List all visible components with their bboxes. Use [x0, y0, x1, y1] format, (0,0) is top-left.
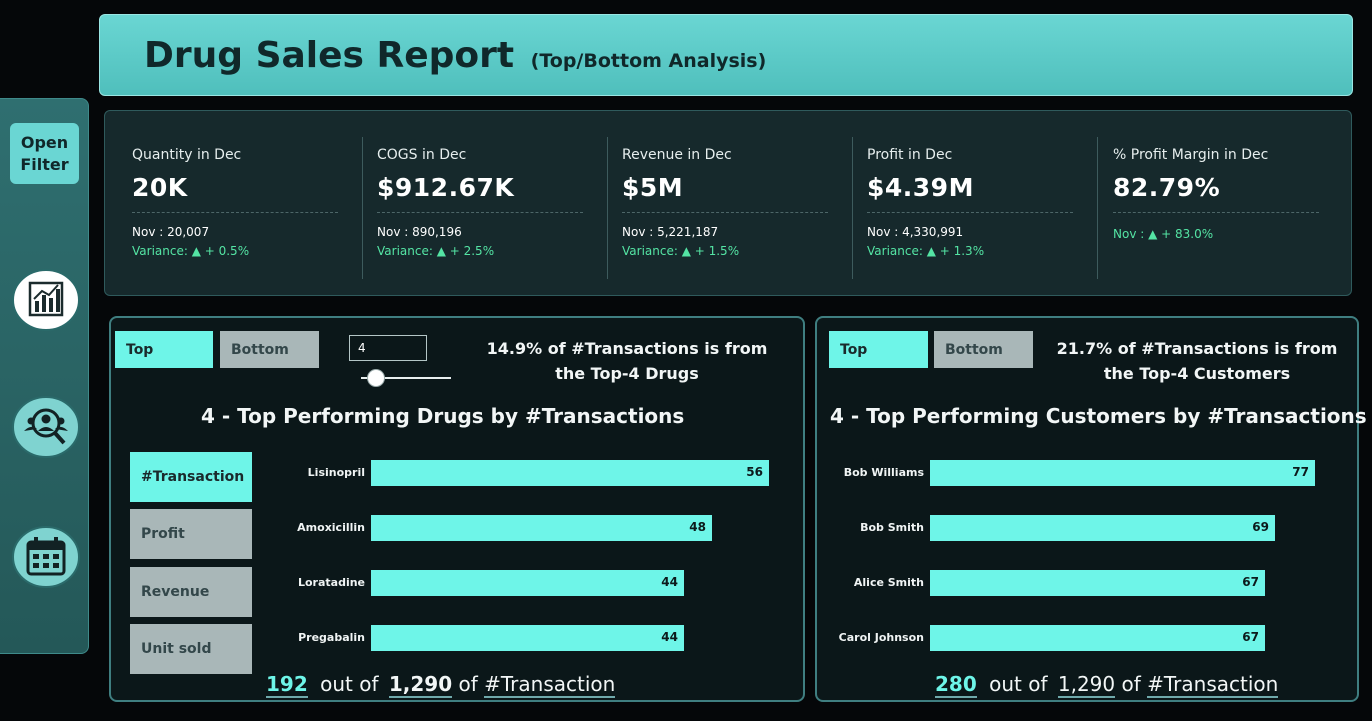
kpi-previous: Nov : 5,221,187 [622, 225, 719, 239]
customers-footer-mid: out of [989, 672, 1048, 696]
report-subtitle: (Top/Bottom Analysis) [530, 50, 767, 72]
top-toggle-button[interactable]: Top [115, 331, 213, 368]
customers-footer-count: 280 [935, 672, 977, 698]
bar-category-label: Pregabalin [298, 631, 365, 644]
drugs-footer-total: 1,290 [388, 672, 453, 698]
customers-footer-total: 1,290 [1057, 672, 1116, 698]
kpi-separator [852, 137, 853, 279]
metric-label: Unit sold [141, 641, 212, 657]
kpi-variance: Variance: ▲ + 0.5% [132, 244, 250, 258]
drugs-chart-title: 4 - Top Performing Drugs by #Transaction… [201, 404, 685, 428]
drugs-footer-count: 192 [266, 672, 308, 698]
report-header: Drug Sales Report (Top/Bottom Analysis) [99, 14, 1353, 96]
kpi-previous: Nov : 4,330,991 [867, 225, 964, 239]
top-toggle-button[interactable]: Top [829, 331, 928, 368]
bar-category-label: Carol Johnson [838, 631, 924, 644]
kpi-separator [362, 137, 363, 279]
bar-category-label: Loratadine [297, 576, 365, 589]
kpi-variance: Variance: ▲ + 1.5% [622, 244, 740, 258]
bar-value-label: 67 [1242, 575, 1259, 589]
kpi-divider [132, 212, 338, 213]
bar-category-label: Bob Smith [860, 521, 924, 534]
kpi-previous: Nov : 20,007 [132, 225, 210, 239]
metric-label: Revenue [141, 584, 210, 600]
bar[interactable]: 69 [930, 515, 1275, 541]
bar-value-label: 77 [1292, 465, 1309, 479]
kpi-label: Profit in Dec [867, 147, 953, 163]
bar-chart-icon[interactable] [12, 269, 80, 331]
open-filter-button[interactable]: Open Filter [10, 123, 79, 184]
bar[interactable]: 56 [371, 460, 769, 486]
customers-footer-measure: #Transaction [1147, 672, 1279, 698]
bar-category-label: Bob Williams [843, 466, 924, 479]
bottom-toggle-button[interactable]: Bottom [220, 331, 319, 368]
kpi-label: Revenue in Dec [622, 147, 732, 163]
top-n-input[interactable]: 4 [349, 335, 427, 361]
bar-category-label: Alice Smith [853, 576, 924, 589]
metric-profit-button[interactable]: Profit [130, 509, 252, 559]
kpi-variance: Variance: ▲ + 2.5% [377, 244, 495, 258]
customers-search-icon[interactable] [12, 396, 80, 458]
bar-value-label: 44 [661, 575, 678, 589]
metric-revenue-button[interactable]: Revenue [130, 567, 252, 617]
page-title: Drug Sales Report (Top/Bottom Analysis) [144, 35, 766, 76]
report-title: Drug Sales Report [144, 35, 515, 76]
kpi-value: 82.79% [1113, 173, 1221, 202]
kpi-variance: Variance: ▲ + 1.3% [867, 244, 985, 258]
sidebar: Open Filter [0, 98, 89, 654]
drugs-footer: 192 out of 1,290 of #Transaction [266, 672, 616, 698]
customers-footer: 280 out of 1,290 of #Transaction [935, 672, 1279, 698]
kpi-separator [1097, 137, 1098, 279]
kpi-previous: Nov : 890,196 [377, 225, 462, 239]
kpi-label: % Profit Margin in Dec [1113, 147, 1269, 163]
kpi-divider [867, 212, 1073, 213]
bottom-toggle-label: Bottom [945, 341, 1003, 358]
kpi-value: $4.39M [867, 173, 974, 202]
bar-category-label: Amoxicillin [297, 521, 365, 534]
bar[interactable]: 48 [371, 515, 712, 541]
kpi-divider [1113, 212, 1319, 213]
kpi-value: 20K [132, 173, 188, 202]
kpi-variance: Nov : ▲ + 83.0% [1113, 227, 1214, 241]
customers-insight-text: 21.7% of #Transactions is from the Top-4… [1056, 339, 1338, 383]
drugs-insight-text: 14.9% of #Transactions is from the Top-4… [486, 339, 768, 383]
top-toggle-label: Top [840, 341, 868, 358]
top-n-slider-thumb[interactable] [367, 369, 385, 387]
drugs-footer-mid: out of [320, 672, 379, 696]
bar[interactable]: 77 [930, 460, 1315, 486]
bottom-toggle-button[interactable]: Bottom [934, 331, 1033, 368]
bar-value-label: 56 [746, 465, 763, 479]
kpi-value: $912.67K [377, 173, 515, 202]
bar[interactable]: 67 [930, 625, 1265, 651]
kpi-label: COGS in Dec [377, 147, 467, 163]
bottom-toggle-label: Bottom [231, 341, 289, 358]
open-filter-label: Open Filter [20, 132, 69, 174]
metric-label: Profit [141, 526, 185, 542]
bar[interactable]: 44 [371, 570, 684, 596]
kpi-label: Quantity in Dec [132, 147, 242, 163]
drugs-footer-of: of [458, 672, 478, 696]
top-customers-panel: Top Bottom 21.7% of #Transactions is fro… [815, 316, 1367, 702]
bar-category-label: Lisinopril [307, 466, 365, 479]
customers-footer-of: of [1121, 672, 1141, 696]
bar-value-label: 48 [689, 520, 706, 534]
kpi-divider [622, 212, 828, 213]
bar[interactable]: 44 [371, 625, 684, 651]
bar-value-label: 44 [661, 630, 678, 644]
bar-value-label: 67 [1242, 630, 1259, 644]
kpi-panel: Quantity in Dec 20K Nov : 20,007 Varianc… [104, 110, 1352, 296]
calendar-icon[interactable] [12, 526, 80, 588]
kpi-divider [377, 212, 583, 213]
top-drugs-panel: Top Bottom 4 14.9% of #Transactions is f… [109, 316, 805, 702]
bar-value-label: 69 [1252, 520, 1269, 534]
customers-chart-title: 4 - Top Performing Customers by #Transac… [830, 404, 1367, 428]
top-toggle-label: Top [126, 341, 154, 358]
bar[interactable]: 67 [930, 570, 1265, 596]
kpi-value: $5M [622, 173, 684, 202]
kpi-separator [607, 137, 608, 279]
drugs-footer-measure: #Transaction [484, 672, 616, 698]
